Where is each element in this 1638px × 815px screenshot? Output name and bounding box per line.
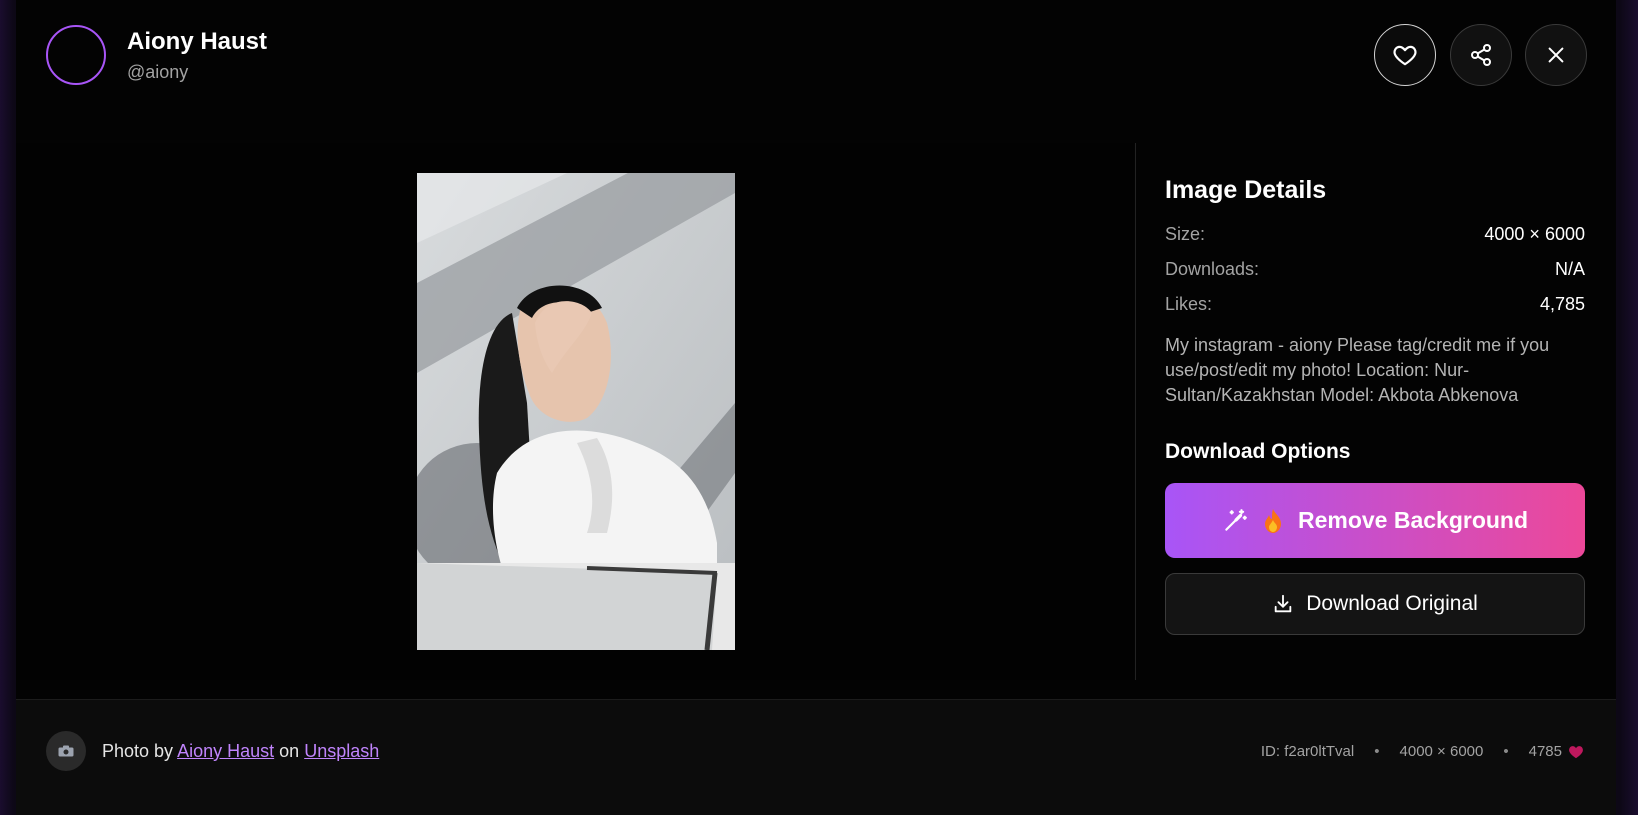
share-icon [1471,44,1491,66]
camera-icon [58,745,74,757]
main-photo[interactable] [417,173,735,650]
author-name[interactable]: Aiony Haust [127,28,267,56]
on-text: on [279,741,300,761]
separator-dot: • [1374,743,1380,760]
magic-wand-icon [1225,508,1247,531]
avatar[interactable] [46,25,106,85]
image-description: My instagram - aiony Please tag/credit m… [1165,335,1550,405]
image-stage [16,143,1134,680]
author-link[interactable]: Aiony Haust [177,741,274,761]
detail-value: N/A [1554,259,1585,279]
camera-badge [46,731,86,771]
remove-background-button[interactable]: Remove Background [1165,483,1585,558]
download-original-label: Download Original [1306,592,1478,615]
photo-illustration [417,173,735,650]
likes-value: 4785 [1528,743,1562,760]
panel-divider [1135,143,1136,680]
separator-dot: • [1503,743,1509,760]
download-original-button[interactable]: Download Original [1165,573,1585,635]
detail-value: 4000 × 6000 [1484,224,1585,244]
share-button[interactable] [1450,24,1512,86]
detail-label: Downloads: [1165,259,1260,279]
detail-row-likes: Likes: 4,785 [1165,294,1585,315]
image-meta: ID: f2ar0ltTval • 4000 × 6000 • 4785 [1261,743,1584,760]
footer-bar: Photo by Aiony Haust on Unsplash ID: f2a… [16,699,1616,815]
like-button[interactable] [1374,24,1436,86]
close-icon [1548,47,1564,63]
detail-label: Size: [1165,224,1206,244]
heart-icon [1393,45,1417,66]
author-handle: @aiony [127,62,189,82]
photo-credit: Photo by Aiony Haust on Unsplash [102,741,379,762]
detail-row-downloads: Downloads: N/A [1165,259,1585,280]
remove-background-label: Remove Background [1297,507,1529,533]
details-title: Image Details [1165,176,1327,204]
close-button[interactable] [1525,24,1587,86]
image-size: 4000 × 6000 [1399,743,1484,760]
unsplash-link[interactable]: Unsplash [304,741,379,761]
photo-by-text: Photo by [102,741,174,761]
image-modal: Aiony Haust @aiony Image Details Size: 4… [16,0,1616,815]
detail-row-size: Size: 4000 × 6000 [1165,224,1585,245]
fire-icon [1264,508,1281,533]
download-icon [1274,594,1292,613]
likes-count: 4785 [1529,743,1584,760]
heart-icon [1569,746,1583,759]
image-id: ID: f2ar0ltTval [1260,743,1355,760]
detail-label: Likes: [1165,294,1213,314]
detail-value: 4,785 [1539,294,1585,314]
download-options-title: Download Options [1165,440,1351,463]
